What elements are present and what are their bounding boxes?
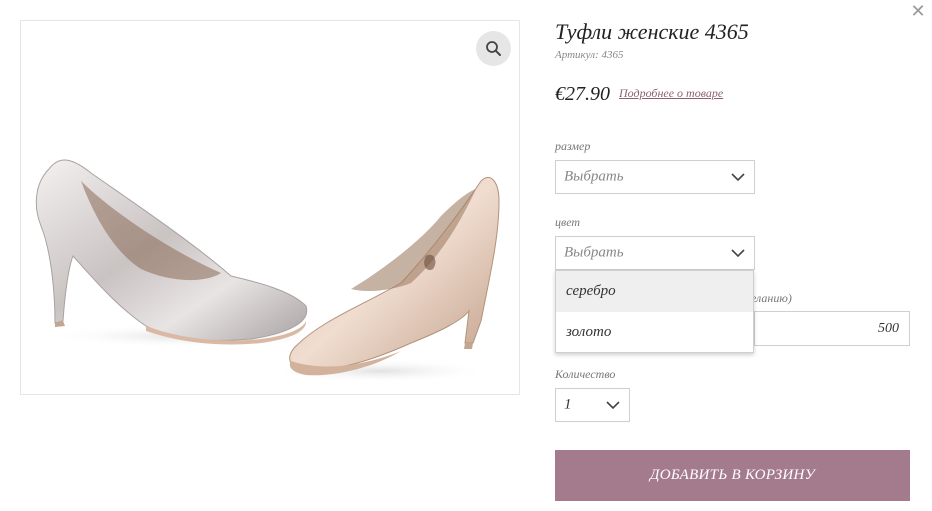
magnifier-icon xyxy=(486,41,501,56)
product-image[interactable] xyxy=(20,20,520,395)
size-label: размер xyxy=(555,139,591,153)
quantity-select[interactable]: 1 xyxy=(555,388,630,422)
product-photo xyxy=(35,159,500,383)
close-icon: ✕ xyxy=(910,1,926,22)
color-select-value: Выбрать xyxy=(564,244,624,261)
amount-input[interactable]: 500 xyxy=(754,311,910,346)
color-dropdown: серебро золото xyxy=(555,270,754,353)
color-select[interactable]: Выбрать xyxy=(555,236,755,270)
product-title: Туфли женские 4365 xyxy=(555,19,749,44)
size-select[interactable]: Выбрать xyxy=(555,160,755,194)
product-price: €27.90 xyxy=(555,83,610,105)
color-label: цвет xyxy=(555,215,581,229)
size-select-value: Выбрать xyxy=(564,168,624,185)
amount-input-value: 500 xyxy=(878,320,899,336)
chevron-down-icon xyxy=(731,173,745,182)
chevron-down-icon xyxy=(731,249,745,258)
color-option-silver[interactable]: серебро xyxy=(556,271,753,312)
quantity-label: Количество xyxy=(555,367,616,381)
color-option-gold[interactable]: золото xyxy=(556,312,753,353)
product-sku: Артикул: 4365 xyxy=(555,49,624,61)
quantity-select-value: 1 xyxy=(564,396,572,413)
zoom-button[interactable] xyxy=(476,31,511,66)
product-details-link[interactable]: Подробнее о товаре xyxy=(619,86,723,101)
add-to-cart-button[interactable]: ДОБАВИТЬ В КОРЗИНУ xyxy=(555,450,910,501)
chevron-down-icon xyxy=(606,401,620,410)
close-button[interactable]: ✕ xyxy=(908,2,928,22)
